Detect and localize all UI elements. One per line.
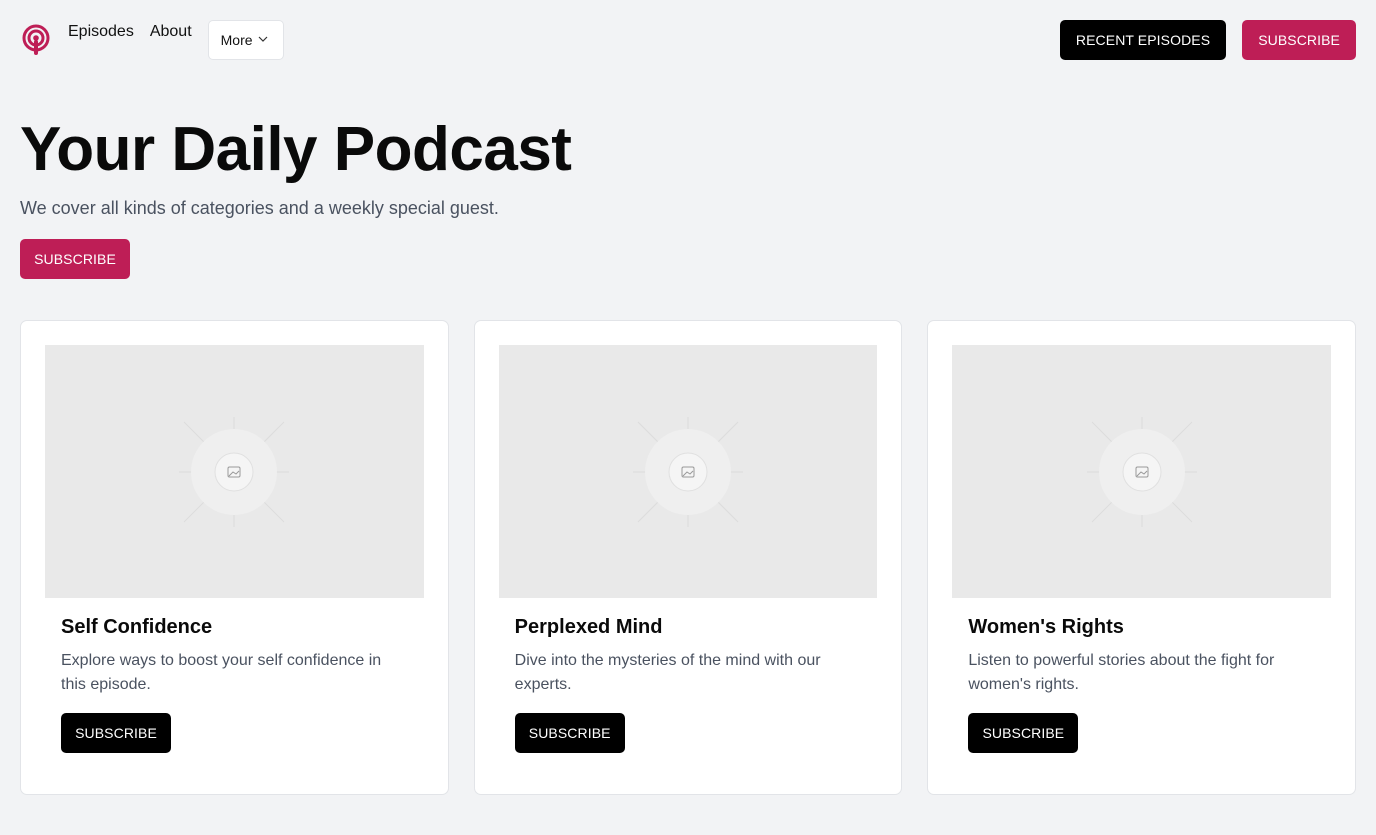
card-subscribe-button[interactable]: SUBSCRIBE [968,713,1079,753]
top-nav: Episodes About More RECENT EPISODES SUBS… [20,20,1356,60]
nav-link-episodes[interactable]: Episodes [68,23,134,41]
hero-section: Your Daily Podcast We cover all kinds of… [20,112,572,279]
card-body: Women's Rights Listen to powerful storie… [952,598,1331,753]
page-title: Your Daily Podcast [20,115,572,184]
card-description: Dive into the mysteries of the mind with… [514,652,821,693]
card-image [45,345,424,598]
more-dropdown-button[interactable]: More [207,20,284,60]
card-description: Explore ways to boost your self confiden… [61,652,382,693]
image-placeholder-icon [1086,416,1197,527]
chevron-down-icon [257,32,269,48]
card-body: Self Confidence Explore ways to boost yo… [45,598,424,753]
nav-link-about[interactable]: About [150,23,192,41]
episode-card: Perplexed Mind Dive into the mysteries o… [473,320,903,795]
card-description: Listen to powerful stories about the fig… [968,652,1275,693]
episode-card: Women's Rights Listen to powerful storie… [927,320,1357,795]
nav-subscribe-button[interactable]: SUBSCRIBE [1242,20,1356,60]
recent-episodes-button[interactable]: RECENT EPISODES [1059,20,1227,60]
card-title: Women's Rights [968,616,1124,638]
more-label: More [220,32,253,48]
episode-card: Self Confidence Explore ways to boost yo… [20,320,449,795]
image-placeholder-icon [179,416,290,527]
nav-actions: RECENT EPISODES SUBSCRIBE [1059,20,1356,60]
card-image [498,345,878,598]
image-placeholder-icon [633,416,743,527]
card-title: Perplexed Mind [514,616,663,638]
card-subscribe-button[interactable]: SUBSCRIBE [514,713,625,753]
hero-subtitle: We cover all kinds of categories and a w… [20,198,499,218]
episode-cards: Self Confidence Explore ways to boost yo… [20,320,1357,795]
hero-subscribe-button[interactable]: SUBSCRIBE [20,239,130,279]
card-subscribe-button[interactable]: SUBSCRIBE [61,713,171,753]
podcast-icon[interactable] [20,22,52,58]
card-title: Self Confidence [61,616,213,638]
card-image [952,345,1332,598]
card-body: Perplexed Mind Dive into the mysteries o… [499,598,878,753]
